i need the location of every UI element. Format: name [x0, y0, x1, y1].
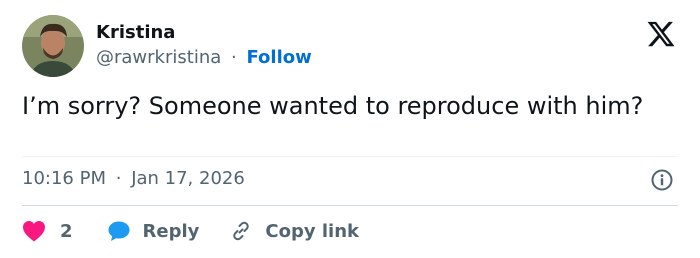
follow-link[interactable]: Follow	[246, 47, 311, 68]
copy-link-button[interactable]: Copy link	[229, 219, 359, 243]
avatar[interactable]	[22, 15, 84, 77]
link-icon	[233, 221, 250, 241]
handle-separator: ·	[231, 47, 237, 68]
reply-button[interactable]: Reply	[107, 219, 200, 243]
author-handle-row: @rawrkristina · Follow	[96, 47, 312, 68]
author-handle[interactable]: @rawrkristina	[96, 47, 221, 68]
like-count: 2	[60, 220, 73, 242]
tweet-time: 10:16 PM	[22, 168, 106, 189]
heart-icon	[23, 221, 45, 242]
tweet-date: Jan 17, 2026	[131, 168, 245, 189]
divider	[22, 156, 678, 157]
speech-bubble-icon	[108, 221, 130, 241]
avatar-photo	[22, 15, 84, 77]
reply-label: Reply	[142, 220, 200, 242]
action-bar: 2 Reply Copy link	[22, 216, 359, 246]
info-icon[interactable]	[650, 168, 674, 192]
timestamp-separator: ·	[115, 168, 122, 189]
tweet-text: I’m sorry? Someone wanted to reproduce w…	[22, 92, 644, 120]
author-name[interactable]: Kristina	[96, 22, 175, 43]
tweet-timestamp[interactable]: 10:16 PM · Jan 17, 2026	[22, 168, 245, 189]
like-button[interactable]: 2	[22, 220, 73, 242]
copy-link-label: Copy link	[265, 220, 359, 242]
divider	[22, 205, 678, 206]
x-logo-icon[interactable]	[645, 19, 677, 49]
